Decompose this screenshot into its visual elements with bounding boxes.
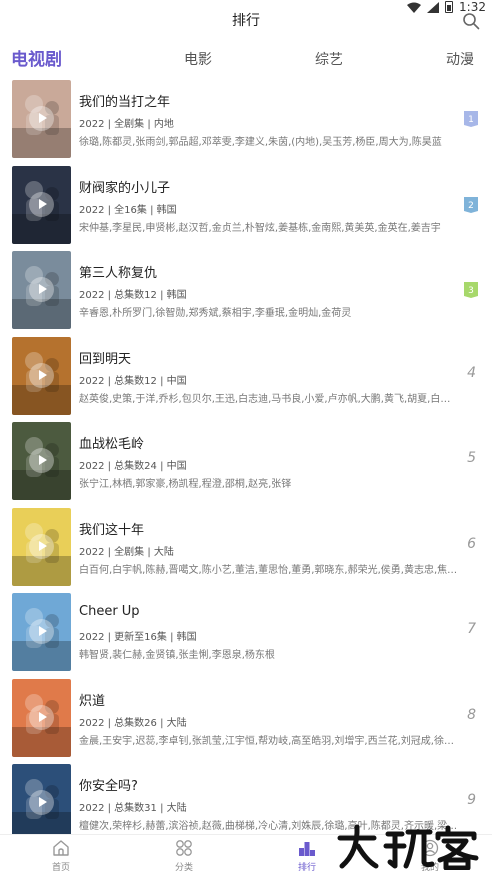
poster-image[interactable] bbox=[12, 336, 71, 415]
tab-tv-series[interactable]: 电视剧 bbox=[11, 44, 62, 76]
tab-anime[interactable]: 动漫 bbox=[446, 44, 474, 76]
list-item[interactable]: 血战松毛岭 2022 | 总集数24 | 中国 张宁江,林栖,郭家豪,杨凯程,程… bbox=[0, 420, 492, 505]
rank-number: 4 bbox=[467, 364, 476, 381]
play-icon[interactable] bbox=[29, 106, 54, 131]
play-icon[interactable] bbox=[29, 448, 54, 473]
list-item[interactable]: 我们的当打之年 2022 | 全剧集 | 内地 徐璐,陈都灵,张雨剑,郭品超,邓… bbox=[0, 78, 492, 163]
rank-number: 6 bbox=[467, 535, 476, 552]
item-title: 我们这十年 bbox=[79, 522, 145, 538]
item-meta: 2022 | 更新至16集 | 韩国 bbox=[79, 632, 197, 643]
item-cast: 赵英俊,史策,于洋,乔杉,包贝尔,王迅,白志迪,马书良,小爱,卢亦帆,大鹏,黄飞… bbox=[79, 393, 459, 405]
ranking-list: 我们的当打之年 2022 | 全剧集 | 内地 徐璐,陈都灵,张雨剑,郭品超,邓… bbox=[0, 76, 492, 834]
item-title: 第三人称复仇 bbox=[79, 266, 158, 281]
item-meta: 2022 | 总集数26 | 大陆 bbox=[79, 717, 187, 729]
nav-home-label: 首页 bbox=[51, 863, 70, 873]
list-item[interactable]: 第三人称复仇 2022 | 总集数12 | 韩国 辛睿恩,朴所罗门,徐智勋,郑秀… bbox=[0, 249, 492, 334]
item-meta: 2022 | 全剧集 | 大陆 bbox=[79, 546, 174, 558]
item-meta: 2022 | 总集数12 | 韩国 bbox=[79, 290, 187, 301]
home-icon bbox=[53, 840, 69, 856]
play-icon[interactable] bbox=[29, 619, 54, 644]
nav-rank-label: 排行 bbox=[297, 863, 316, 873]
item-cast: 张宁江,林栖,郭家豪,杨凯程,程澄,邵桐,赵亮,张铎 bbox=[79, 479, 292, 490]
item-title: 回到明天 bbox=[79, 351, 132, 367]
poster-image[interactable] bbox=[12, 593, 71, 671]
watermark-logo bbox=[337, 824, 479, 870]
rank-badge-icon: 3 bbox=[464, 282, 478, 298]
item-meta: 2022 | 全16集 | 韩国 bbox=[79, 204, 177, 216]
rank-icon bbox=[299, 842, 315, 856]
rank-badge-icon: 2 bbox=[464, 196, 478, 213]
item-cast: 辛睿恩,朴所罗门,徐智勋,郑秀斌,蔡相宇,李垂珉,金明灿,金荷灵 bbox=[79, 308, 352, 319]
title-bar: 排行 bbox=[0, 10, 492, 32]
poster-image[interactable] bbox=[12, 251, 71, 329]
poster-image[interactable] bbox=[12, 80, 71, 158]
rank-badge-number: 1 bbox=[468, 115, 474, 125]
poster-image[interactable] bbox=[12, 678, 71, 757]
rank-number: 7 bbox=[467, 621, 476, 637]
tab-movies[interactable]: 电影 bbox=[184, 44, 212, 76]
item-cast: 白百何,白宇帆,陈赫,晋噶文,陈小艺,董洁,董思怡,董勇,郭晓东,郝荣光,侯勇,… bbox=[79, 564, 459, 576]
play-icon[interactable] bbox=[29, 277, 54, 302]
rank-number: 8 bbox=[467, 706, 476, 723]
list-item[interactable]: 回到明天 2022 | 总集数12 | 中国 赵英俊,史策,于洋,乔杉,包贝尔,… bbox=[0, 335, 492, 420]
poster-image[interactable] bbox=[12, 507, 71, 586]
item-cast: 金晨,王安宇,迟蕊,李卓钊,张凯莹,江宇恒,帮劝岐,高至皓羽,刘增宇,西兰花,刘… bbox=[79, 735, 459, 747]
poster-image[interactable] bbox=[12, 165, 71, 244]
poster-image[interactable] bbox=[12, 764, 71, 834]
nav-category[interactable]: 分类 bbox=[154, 839, 214, 875]
item-meta: 2022 | 总集数31 | 大陆 bbox=[79, 803, 187, 814]
item-title: 你安全吗? bbox=[79, 779, 138, 794]
item-cast: 韩智贤,裴仁赫,金贤镇,张圭悧,李恩泉,杨东根 bbox=[79, 650, 275, 661]
nav-rank[interactable]: 排行 bbox=[277, 839, 337, 875]
item-title: 炽道 bbox=[79, 693, 106, 709]
play-icon[interactable] bbox=[29, 704, 54, 730]
tab-variety[interactable]: 综艺 bbox=[315, 44, 343, 76]
item-title: 血战松毛岭 bbox=[79, 437, 145, 452]
rank-badge-number: 3 bbox=[468, 286, 474, 296]
search-icon[interactable] bbox=[462, 12, 480, 30]
page-title: 排行 bbox=[232, 13, 260, 29]
category-tabs: 电视剧 电影 综艺 动漫 bbox=[0, 44, 492, 76]
item-meta: 2022 | 总集数12 | 中国 bbox=[79, 375, 187, 387]
poster-image[interactable] bbox=[12, 422, 71, 500]
list-item[interactable]: 我们这十年 2022 | 全剧集 | 大陆 白百何,白宇帆,陈赫,晋噶文,陈小艺… bbox=[0, 506, 492, 591]
list-item[interactable]: 炽道 2022 | 总集数26 | 大陆 金晨,王安宇,迟蕊,李卓钊,张凯莹,江… bbox=[0, 677, 492, 762]
list-item[interactable]: Cheer Up 2022 | 更新至16集 | 韩国 韩智贤,裴仁赫,金贤镇,… bbox=[0, 591, 492, 676]
nav-home[interactable]: 首页 bbox=[31, 839, 91, 875]
item-meta: 2022 | 全剧集 | 内地 bbox=[79, 119, 174, 130]
item-title: 我们的当打之年 bbox=[79, 95, 171, 110]
list-item[interactable]: 财阀家的小儿子 2022 | 全16集 | 韩国 宋仲基,李星民,申贤彬,赵汉哲… bbox=[0, 164, 492, 249]
play-icon[interactable] bbox=[29, 533, 54, 559]
item-cast: 徐璐,陈都灵,张雨剑,郭品超,邓萃雯,李建义,朱茵,(内地),吴玉芳,杨臣,周大… bbox=[79, 137, 442, 148]
play-icon[interactable] bbox=[29, 790, 54, 815]
rank-number: 9 bbox=[467, 792, 476, 808]
nav-category-label: 分类 bbox=[174, 863, 193, 873]
item-meta: 2022 | 总集数24 | 中国 bbox=[79, 461, 187, 472]
item-title: Cheer Up bbox=[79, 604, 140, 619]
play-icon[interactable] bbox=[29, 362, 54, 388]
item-cast: 宋仲基,李星民,申贤彬,赵汉哲,金贞兰,朴智炫,姜基栋,金南熙,黄美英,金英在,… bbox=[79, 222, 441, 234]
grid-icon bbox=[176, 840, 192, 856]
rank-badge-number: 2 bbox=[468, 201, 474, 211]
rank-number: 5 bbox=[467, 450, 476, 466]
item-title: 财阀家的小儿子 bbox=[79, 180, 171, 196]
play-icon[interactable] bbox=[29, 191, 54, 217]
rank-badge-icon: 1 bbox=[464, 111, 478, 127]
